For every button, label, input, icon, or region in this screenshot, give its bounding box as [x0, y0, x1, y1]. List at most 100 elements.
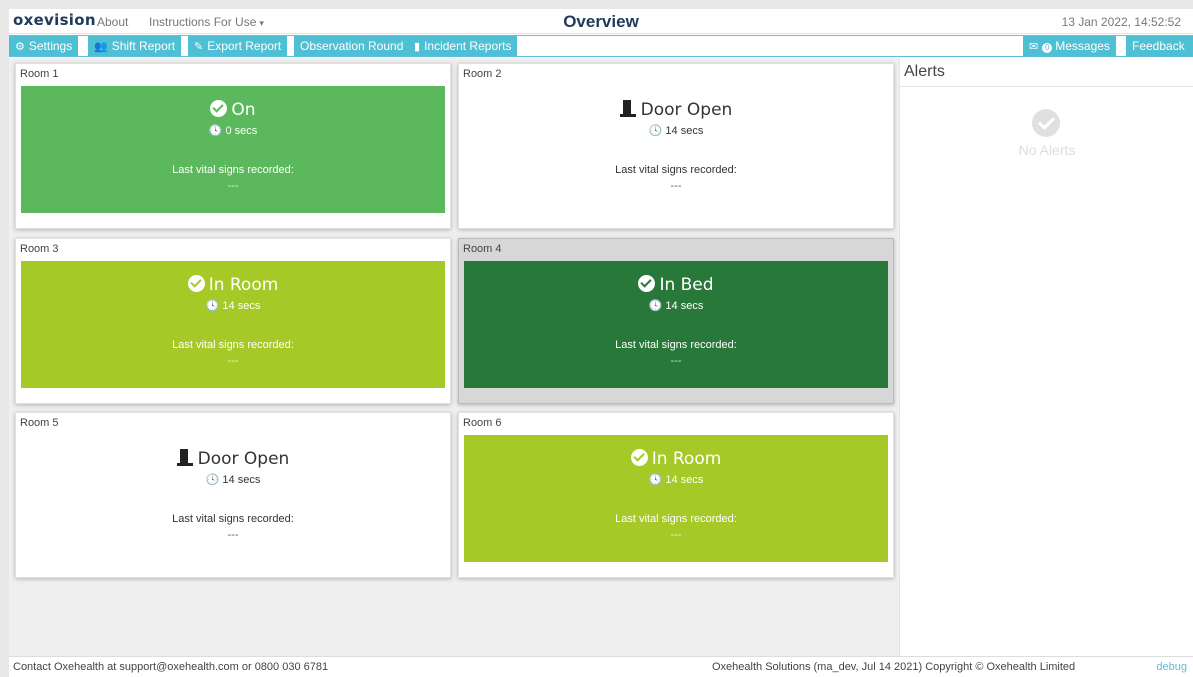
room-name: Room 2	[463, 68, 502, 80]
check-circle-icon	[187, 275, 205, 292]
room-status-label: In Room	[651, 449, 722, 469]
room-card[interactable]: Room 1 On 🕓 0 secs Last vital signs reco…	[15, 63, 451, 229]
incident-reports-label: Incident Reports	[424, 39, 512, 53]
footer: Contact Oxehealth at support@oxehealth.c…	[9, 656, 1193, 677]
elapsed-label: 14 secs	[222, 474, 261, 486]
alerts-panel: Alerts No Alerts	[899, 58, 1193, 656]
observation-round-label: Observation Round	[300, 39, 404, 53]
alerts-title: Alerts	[904, 63, 945, 80]
vitals-label: Last vital signs recorded:	[615, 513, 737, 525]
vitals-value: ---	[670, 180, 682, 192]
clock-icon: 🕓	[648, 300, 663, 312]
no-alerts-text: No Alerts	[1018, 142, 1076, 158]
cogs-icon: ⚙	[15, 41, 25, 53]
room-name: Room 3	[20, 243, 59, 255]
elapsed-time: 🕓 14 secs	[464, 299, 888, 312]
room-status-panel: In Bed 🕓 14 secs Last vital signs record…	[464, 261, 888, 388]
settings-label: Settings	[28, 39, 73, 53]
file-icon: ▮	[414, 41, 421, 53]
elapsed-label: 0 secs	[225, 125, 258, 137]
room-status-panel: On 🕓 0 secs Last vital signs recorded: -…	[21, 86, 445, 213]
room-card[interactable]: Room 3 In Room 🕓 14 secs Last vital sign…	[15, 238, 451, 404]
room-status: Door Open	[21, 449, 445, 469]
shift-report-label: Shift Report	[111, 39, 176, 53]
elapsed-time: 🕓 14 secs	[21, 473, 445, 486]
room-card[interactable]: Room 6 In Room 🕓 14 secs Last vital sign…	[458, 412, 894, 578]
room-status: On	[21, 100, 445, 120]
room-status-label: In Bed	[659, 275, 714, 295]
current-datetime: 13 Jan 2022, 14:52:52	[1061, 15, 1181, 29]
toolbar: ⚙ Settings 👥 Shift Report ✎ Export Report O…	[9, 35, 1193, 57]
vitals-value: ---	[227, 355, 239, 367]
vitals-value: ---	[670, 355, 682, 367]
messages-label: Messages	[1055, 39, 1110, 53]
room-status-label: Door Open	[640, 100, 733, 120]
check-circle-icon	[210, 100, 228, 117]
observation-round-button[interactable]: Observation Round	[294, 36, 411, 56]
room-card[interactable]: Room 2 Door Open 🕓 14 secs Last vital si…	[458, 63, 894, 229]
about-link[interactable]: About	[97, 15, 128, 29]
check-circle-icon	[1032, 109, 1060, 137]
elapsed-label: 14 secs	[665, 300, 704, 312]
vitals-value: ---	[227, 529, 239, 541]
room-status-label: Door Open	[197, 449, 290, 469]
room-status-label: On	[231, 100, 256, 120]
instructions-menu[interactable]: Instructions For Use ▾	[149, 15, 264, 29]
room-status-label: In Room	[208, 275, 279, 295]
users-icon: 👥	[94, 41, 108, 53]
clock-icon: 🕓	[648, 125, 663, 137]
feedback-button[interactable]: Feedback	[1126, 36, 1193, 56]
room-status: Door Open	[464, 100, 888, 120]
clock-icon: 🕓	[648, 474, 663, 486]
check-circle-icon	[630, 449, 648, 466]
contact-text: Contact Oxehealth at support@oxehealth.c…	[13, 661, 329, 673]
messages-count-badge: 0	[1042, 43, 1053, 53]
room-status: In Bed	[464, 275, 888, 295]
room-status: In Room	[464, 449, 888, 469]
export-report-button[interactable]: ✎ Export Report	[188, 36, 289, 56]
clock-icon: 🕓	[208, 125, 223, 137]
room-name: Room 1	[20, 68, 59, 80]
elapsed-time: 🕓 14 secs	[464, 473, 888, 486]
elapsed-time: 🕓 14 secs	[464, 124, 888, 137]
room-status-panel: In Room 🕓 14 secs Last vital signs recor…	[464, 435, 888, 562]
door-open-icon	[176, 449, 193, 466]
clock-icon: 🕓	[205, 300, 220, 312]
room-name: Room 5	[20, 417, 59, 429]
elapsed-time: 🕓 0 secs	[21, 124, 445, 137]
vitals-value: ---	[670, 529, 682, 541]
oxevision-logo[interactable]: oxevision	[13, 11, 96, 29]
incident-reports-button[interactable]: ▮ Incident Reports	[408, 36, 519, 56]
vitals-label: Last vital signs recorded:	[615, 164, 737, 176]
room-card[interactable]: Room 5 Door Open 🕓 14 secs Last vital si…	[15, 412, 451, 578]
vitals-value: ---	[227, 180, 239, 192]
room-name: Room 4	[463, 243, 502, 255]
vitals-label: Last vital signs recorded:	[172, 339, 294, 351]
app-window: oxevision About Instructions For Use ▾ Ov…	[9, 9, 1193, 677]
room-status-panel: Door Open 🕓 14 secs Last vital signs rec…	[464, 86, 888, 213]
settings-button[interactable]: ⚙ Settings	[9, 36, 80, 56]
vitals-label: Last vital signs recorded:	[172, 513, 294, 525]
messages-button[interactable]: ✉ 0 Messages	[1023, 36, 1117, 56]
room-name: Room 6	[463, 417, 502, 429]
export-report-label: Export Report	[207, 39, 282, 53]
check-circle-icon	[638, 275, 656, 292]
room-status: In Room	[21, 275, 445, 295]
elapsed-label: 14 secs	[222, 300, 261, 312]
vitals-label: Last vital signs recorded:	[615, 339, 737, 351]
debug-link[interactable]: debug	[1156, 661, 1187, 673]
elapsed-time: 🕓 14 secs	[21, 299, 445, 312]
alerts-divider	[900, 86, 1193, 87]
feedback-label: Feedback	[1132, 39, 1185, 53]
elapsed-label: 14 secs	[665, 125, 704, 137]
caret-down-icon: ▾	[259, 18, 264, 28]
door-open-icon	[619, 100, 636, 117]
copyright-text: Oxehealth Solutions (ma_dev, Jul 14 2021…	[712, 661, 1076, 673]
instructions-label: Instructions For Use	[149, 15, 257, 29]
top-header: oxevision About Instructions For Use ▾ Ov…	[9, 9, 1193, 34]
room-card[interactable]: Room 4 In Bed 🕓 14 secs Last vital signs…	[458, 238, 894, 404]
shift-report-button[interactable]: 👥 Shift Report	[88, 36, 183, 56]
room-status-panel: In Room 🕓 14 secs Last vital signs recor…	[21, 261, 445, 388]
edit-icon: ✎	[194, 41, 204, 53]
rooms-grid: Room 1 On 🕓 0 secs Last vital signs reco…	[9, 58, 899, 656]
